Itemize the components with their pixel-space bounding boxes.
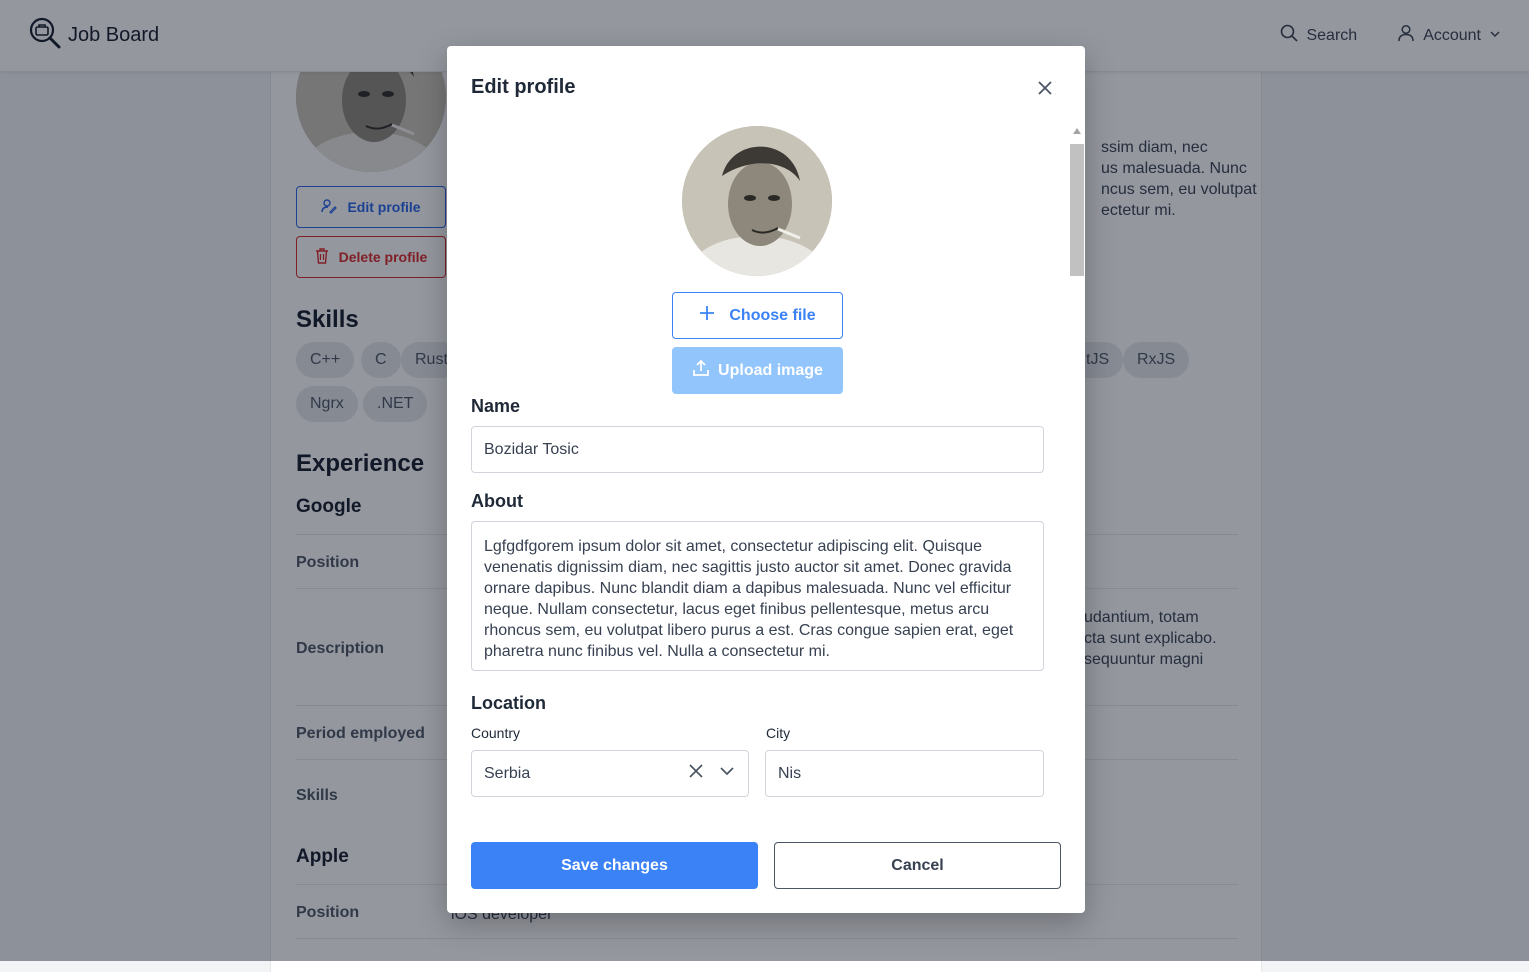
clear-icon[interactable]	[688, 763, 704, 784]
name-label: Name	[471, 396, 521, 416]
close-icon[interactable]	[1033, 76, 1057, 100]
choose-file-label: Choose file	[729, 306, 816, 324]
plus-icon	[699, 305, 715, 326]
cancel-button[interactable]: Cancel	[774, 842, 1061, 889]
choose-file-button[interactable]: Choose file	[672, 292, 843, 339]
country-label: Country	[471, 725, 521, 741]
about-label: About	[471, 491, 523, 511]
scroll-up-arrow-icon[interactable]	[1073, 128, 1081, 134]
city-input[interactable]	[765, 750, 1044, 797]
location-label: Location	[471, 693, 546, 713]
save-changes-button[interactable]: Save changes	[471, 842, 758, 889]
scroll-thumb[interactable]	[1070, 144, 1084, 276]
upload-image-button[interactable]: Upload image	[672, 347, 843, 394]
country-selected-value: Serbia	[484, 764, 531, 782]
profile-image-preview	[682, 126, 832, 276]
country-select[interactable]: Serbia	[471, 750, 749, 797]
name-input[interactable]	[471, 426, 1044, 473]
modal-title: Edit profile	[471, 76, 576, 98]
chevron-down-icon[interactable]	[718, 762, 736, 785]
city-label: City	[766, 725, 791, 741]
about-textarea[interactable]: Lgfgdfgorem ipsum dolor sit amet, consec…	[471, 521, 1044, 671]
modal-scrollbar[interactable]	[1069, 126, 1085, 818]
edit-profile-modal: Edit profile Choose file Upload image Na…	[447, 46, 1085, 913]
upload-image-label: Upload image	[718, 361, 823, 379]
upload-icon	[692, 359, 710, 382]
